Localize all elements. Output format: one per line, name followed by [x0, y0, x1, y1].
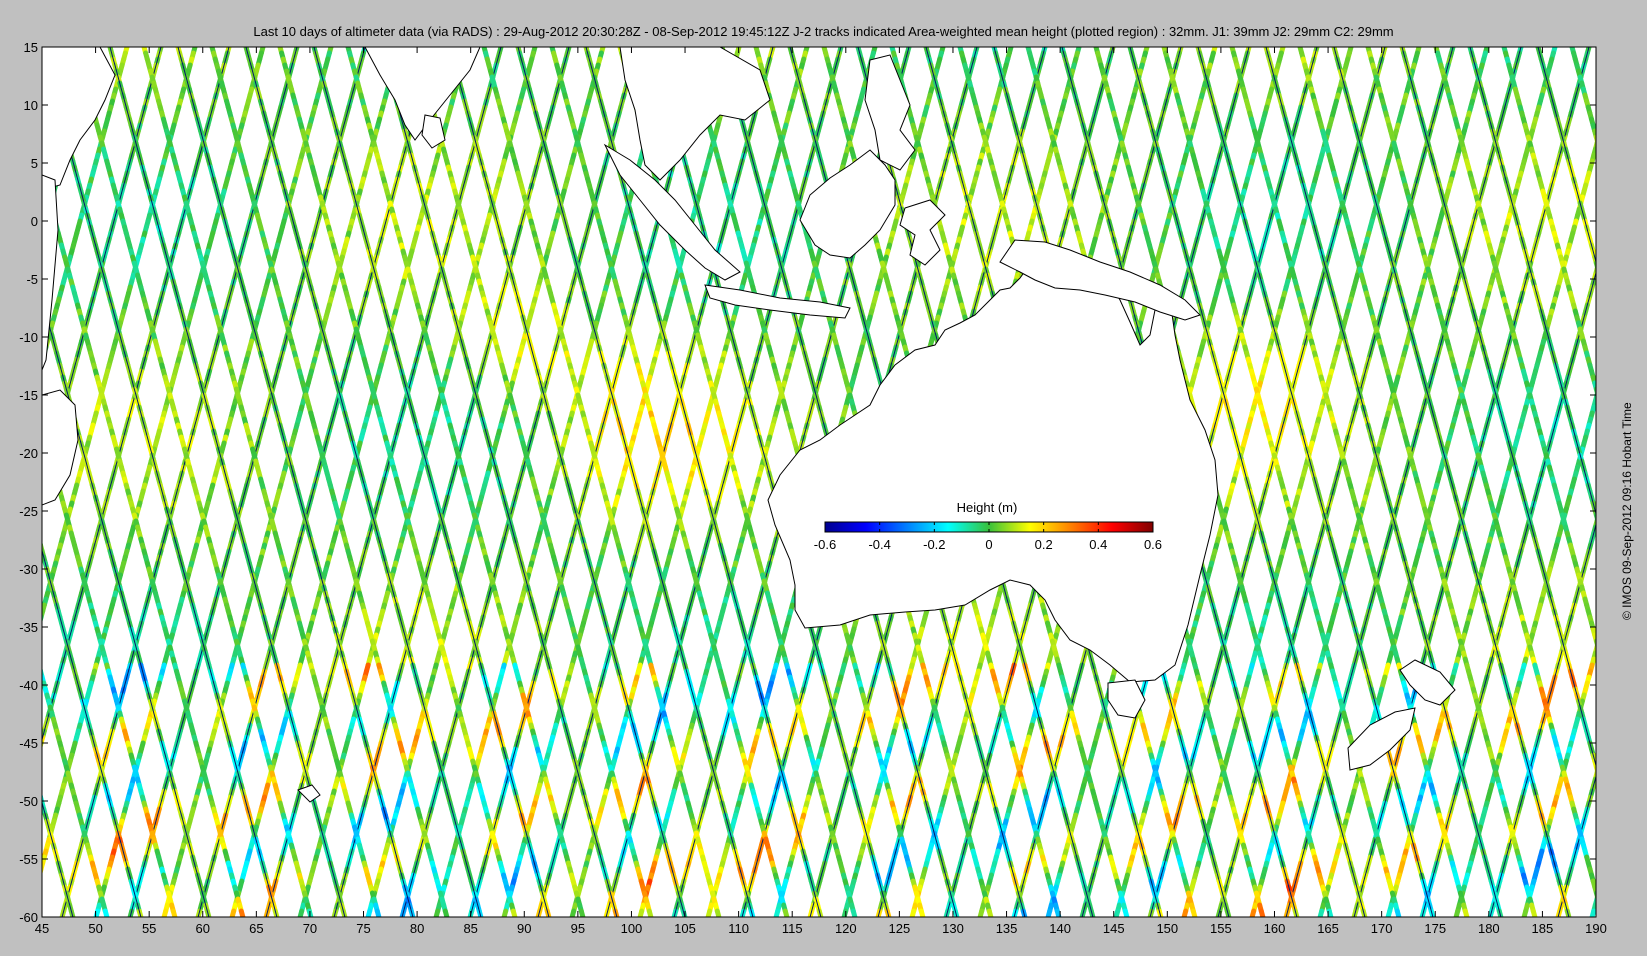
x-tick-label: 85: [463, 921, 477, 936]
y-tick-label: 15: [24, 40, 38, 55]
x-tick-label: 75: [356, 921, 370, 936]
y-tick-label: -50: [19, 794, 38, 809]
y-tick-label: -25: [19, 504, 38, 519]
x-tick-label: 110: [728, 921, 749, 936]
x-tick-label: 100: [621, 921, 643, 936]
x-tick-label: 160: [1264, 921, 1286, 936]
x-tick-label: 60: [196, 921, 210, 936]
x-tick-label: 165: [1317, 921, 1339, 936]
y-tick-label: -30: [19, 562, 38, 577]
x-tick-label: 170: [1371, 921, 1393, 936]
x-tick-label: 105: [674, 921, 696, 936]
x-tick-label: 115: [782, 921, 803, 936]
colorbar-tick-label: 0.2: [1035, 537, 1053, 552]
x-tick-label: 80: [410, 921, 424, 936]
x-tick-label: 150: [1156, 921, 1178, 936]
x-tick-label: 185: [1532, 921, 1554, 936]
x-tick-label: 135: [996, 921, 1018, 936]
y-tick-label: -15: [19, 388, 38, 403]
x-tick-label: 155: [1210, 921, 1232, 936]
colorbar-tick-label: 0.4: [1089, 537, 1107, 552]
x-tick-label: 70: [303, 921, 317, 936]
altimeter-map: 45 50 55 60 65 70 75 80 85 90 95 100 105 110 115 120 125…: [19, 40, 1607, 936]
x-tick-label: 120: [835, 921, 857, 936]
y-tick-label: 0: [31, 214, 38, 229]
y-tick-label: 10: [24, 98, 38, 113]
colorbar-tick-label: -0.6: [814, 537, 836, 552]
y-tick-label: -35: [19, 620, 38, 635]
y-tick-label: 5: [31, 156, 38, 171]
y-tick-label: -20: [19, 446, 38, 461]
colorbar-label: Height (m): [957, 500, 1018, 515]
colorbar-tick-label: -0.4: [868, 537, 890, 552]
y-tick-label: -60: [19, 910, 38, 925]
x-tick-label: 90: [517, 921, 531, 936]
x-tick-label: 130: [942, 921, 964, 936]
y-tick-label: -10: [19, 330, 38, 345]
x-tick-label: 175: [1424, 921, 1446, 936]
y-tick-label: -40: [19, 678, 38, 693]
x-tick-label: 50: [88, 921, 102, 936]
x-tick-label: 125: [889, 921, 911, 936]
x-tick-label: 180: [1478, 921, 1500, 936]
copyright-credit: © IMOS 09-Sep-2012 09:16 Hobart Time: [1620, 402, 1634, 620]
colorbar-tick-label: -0.2: [923, 537, 945, 552]
y-tick-label: -55: [19, 852, 38, 867]
y-tick-label: -5: [26, 272, 38, 287]
x-tick-label: 190: [1585, 921, 1607, 936]
x-tick-label: 55: [142, 921, 156, 936]
x-tick-label: 140: [1049, 921, 1071, 936]
x-tick-label: 95: [571, 921, 585, 936]
x-tick-label: 145: [1103, 921, 1125, 936]
colorbar-tick-label: 0: [985, 537, 992, 552]
y-tick-label: -45: [19, 736, 38, 751]
x-tick-label: 65: [249, 921, 263, 936]
colorbar-tick-label: 0.6: [1144, 537, 1162, 552]
